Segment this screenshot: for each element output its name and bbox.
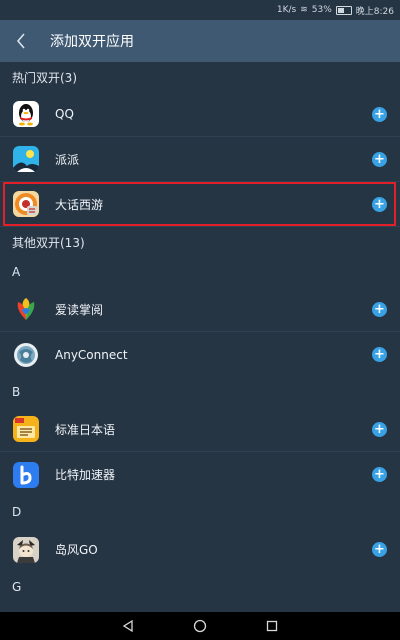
daofeng-icon	[13, 536, 39, 563]
app-name: QQ	[55, 107, 74, 121]
chevron-left-icon	[16, 33, 25, 49]
home-nav-button[interactable]	[190, 616, 210, 636]
plus-icon: +	[374, 151, 385, 167]
status-bar: 1K/s ≋ 53% 晚上8:26	[0, 0, 400, 20]
list-item-bite-jiasuqi[interactable]: 比特加速器 +	[0, 452, 400, 497]
network-speed: 1K/s	[276, 5, 297, 15]
list-item-aidu[interactable]: 爱读掌阅 +	[0, 287, 400, 332]
triangle-back-icon	[122, 620, 133, 632]
app-bar: 添加双开应用	[0, 20, 400, 62]
list-item-dahuaxiyou[interactable]: 大话西游 +	[0, 182, 400, 227]
plus-icon: +	[374, 196, 385, 212]
list-item-paipai[interactable]: 派派 +	[0, 137, 400, 182]
list-item-biaozhun-riyu[interactable]: 标准日本语 +	[0, 407, 400, 452]
add-button[interactable]: +	[372, 467, 387, 482]
wifi-icon: ≋	[300, 5, 308, 15]
recents-nav-button[interactable]	[262, 616, 282, 636]
app-list: 热门双开(3) QQ + 派派 + 大话西游 + 其他双开(13) A 爱读掌阅…	[0, 62, 400, 612]
app-name: 岛风GO	[55, 543, 98, 557]
plus-icon: +	[374, 542, 385, 557]
dahuaxiyou-icon	[13, 191, 39, 217]
add-button[interactable]: +	[372, 347, 387, 362]
plus-icon: +	[374, 421, 385, 437]
battery-icon	[335, 5, 352, 15]
circle-home-icon	[193, 619, 207, 633]
bite-b-icon	[13, 461, 39, 488]
add-button[interactable]: +	[372, 106, 387, 122]
app-name: 爱读掌阅	[55, 302, 104, 317]
index-letter: B	[12, 385, 21, 399]
clock: 晚上8:26	[355, 6, 394, 17]
back-button[interactable]	[0, 20, 42, 62]
navigation-bar	[0, 612, 400, 640]
add-button[interactable]: +	[372, 421, 387, 437]
qq-penguin-icon	[13, 101, 39, 127]
list-item-anyconnect[interactable]: AnyConnect +	[0, 332, 400, 377]
square-recents-icon	[266, 620, 278, 632]
aidu-icon	[13, 296, 39, 322]
add-button[interactable]: +	[372, 151, 387, 167]
plus-icon: +	[374, 347, 385, 362]
plus-icon: +	[374, 301, 385, 317]
app-name: 派派	[55, 152, 80, 167]
back-nav-button[interactable]	[118, 616, 138, 636]
add-button[interactable]: +	[372, 196, 387, 212]
app-name: AnyConnect	[55, 347, 128, 362]
list-item-daofeng-go[interactable]: 岛风GO +	[0, 527, 400, 572]
index-letter: G	[12, 580, 22, 594]
index-letter: A	[12, 265, 21, 279]
index-letter: D	[12, 505, 22, 519]
plus-icon: +	[374, 106, 385, 122]
page-title: 添加双开应用	[50, 34, 134, 50]
add-button[interactable]: +	[372, 301, 387, 317]
anyconnect-icon	[13, 342, 39, 368]
list-item-qq[interactable]: QQ +	[0, 92, 400, 137]
japanese-book-icon	[13, 416, 39, 442]
add-button[interactable]: +	[372, 542, 387, 557]
app-name: 标准日本语	[55, 422, 116, 437]
plus-icon: +	[374, 467, 385, 482]
other-section-header: 其他双开(13)	[12, 235, 85, 250]
app-name: 大话西游	[55, 197, 104, 212]
app-name: 比特加速器	[55, 468, 116, 482]
paipai-icon	[13, 146, 39, 172]
hot-section-header: 热门双开(3)	[12, 70, 77, 85]
battery-percent: 53%	[311, 5, 332, 15]
